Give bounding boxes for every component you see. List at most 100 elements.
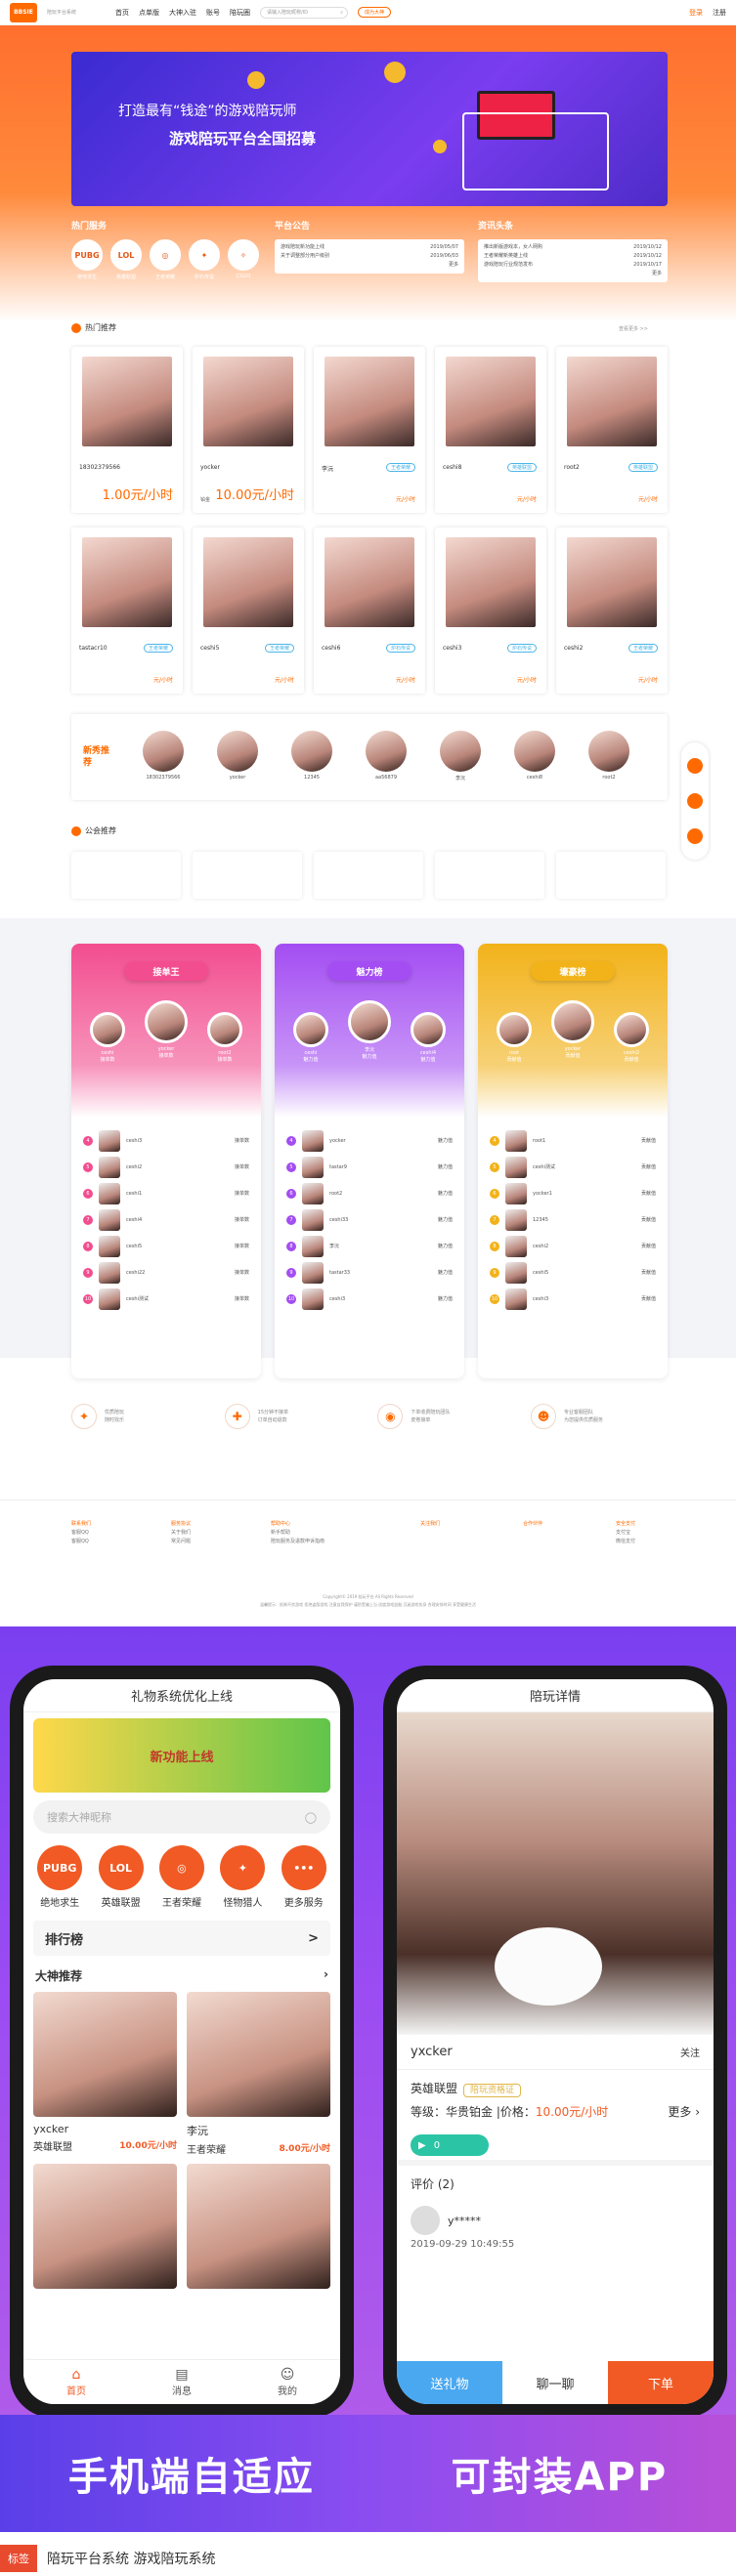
player-card[interactable]: root2 英雄联盟 元/小时: [556, 347, 668, 513]
tab-2[interactable]: ☺ 我的: [278, 2367, 297, 2397]
guild-card[interactable]: [556, 852, 666, 899]
chat-button[interactable]: 聊一聊: [502, 2361, 608, 2404]
rank-row[interactable]: 8 ceshi2 贡献值: [490, 1233, 656, 1259]
mobile-god-card[interactable]: [187, 2164, 330, 2289]
rank-row[interactable]: 5 tastar9 魅力值: [286, 1154, 453, 1180]
player-card[interactable]: ceshi5 王者荣耀 元/小时: [193, 528, 304, 694]
guild-card[interactable]: [435, 852, 544, 899]
newbie-item[interactable]: root2: [585, 731, 632, 783]
rank-row[interactable]: 6 root2 魅力值: [286, 1180, 453, 1206]
rank-row[interactable]: 9 ceshi5 贡献值: [490, 1259, 656, 1286]
game-lol[interactable]: LOL 英雄联盟: [110, 239, 142, 280]
send-gift-button[interactable]: 送礼物: [397, 2361, 502, 2404]
podium-item[interactable]: ceshi2 贡献值: [607, 1012, 656, 1063]
newbie-item[interactable]: 18302379566: [140, 731, 187, 783]
rank-row[interactable]: 10 ceshi3 魅力值: [286, 1286, 453, 1312]
podium-item[interactable]: ceshi4 魅力值: [404, 1012, 453, 1063]
back-to-top-icon[interactable]: [687, 828, 703, 844]
mobile-game-icon[interactable]: LOL 英雄联盟: [94, 1845, 149, 1909]
podium-item[interactable]: ceshi 接单数: [83, 1012, 132, 1063]
tab-0[interactable]: ⌂ 首页: [66, 2367, 86, 2397]
detail-more[interactable]: 更多 ›: [668, 2101, 700, 2123]
announcement-more[interactable]: 更多: [281, 261, 458, 270]
nav-item-join[interactable]: 大神入驻: [169, 8, 196, 18]
player-card[interactable]: ceshi2 王者荣耀 元/小时: [556, 528, 668, 694]
player-card[interactable]: tastacr10 王者荣耀 元/小时: [71, 528, 183, 694]
more-link[interactable]: 更多: [449, 261, 458, 270]
nav-item-order[interactable]: 点单版: [139, 8, 159, 18]
mobile-promo-banner[interactable]: 新功能上线: [33, 1718, 330, 1793]
player-card[interactable]: ceshi3 炉石传说 元/小时: [435, 528, 546, 694]
footer-link[interactable]: 客服QQ: [71, 1538, 91, 1546]
footer-link[interactable]: 陪玩服务及退款申诉指南: [271, 1538, 325, 1546]
rank-row[interactable]: 4 root1 贡献值: [490, 1127, 656, 1154]
hot-recommend-more[interactable]: 查看更多 >>: [619, 325, 648, 332]
podium-item[interactable]: yocker 接单数: [142, 1000, 191, 1059]
rank-row[interactable]: 7 12345 贡献值: [490, 1206, 656, 1233]
nav-item-circle[interactable]: 陪玩圈: [230, 8, 250, 18]
rank-row[interactable]: 10 ceshi3 贡献值: [490, 1286, 656, 1312]
newbie-item[interactable]: yocker: [214, 731, 261, 783]
footer-link[interactable]: 支付宝: [616, 1529, 635, 1538]
search-icon[interactable]: ◯: [305, 1811, 317, 1824]
mobile-game-icon[interactable]: ✦ 怪物猎人: [215, 1845, 270, 1909]
podium-item[interactable]: root 贡献值: [490, 1012, 539, 1063]
rank-row[interactable]: 6 ceshi1 接单数: [83, 1180, 249, 1206]
podium-item[interactable]: ceshi 魅力值: [286, 1012, 335, 1063]
podium-item[interactable]: root2 接单数: [200, 1012, 249, 1063]
mobile-game-icon[interactable]: ••• 更多服务: [277, 1845, 331, 1909]
app-download-icon[interactable]: [687, 793, 703, 809]
player-card[interactable]: 18302379566 1.00元/小时: [71, 347, 183, 513]
rank-row[interactable]: 6 yocker1 贡献值: [490, 1180, 656, 1206]
game-csgo[interactable]: ✧ CSGO: [228, 239, 259, 280]
mobile-rank-button[interactable]: 排行榜 >: [33, 1921, 330, 1956]
mobile-god-card[interactable]: yxcker 英雄联盟 10.00元/小时: [33, 1992, 177, 2156]
player-card[interactable]: ceshi8 英雄联盟 元/小时: [435, 347, 546, 513]
footer-link[interactable]: 客服QQ: [71, 1529, 91, 1538]
newbie-item[interactable]: 12345: [288, 731, 335, 783]
become-god-button[interactable]: 成为大神: [358, 7, 392, 18]
guild-card[interactable]: [71, 852, 181, 899]
news-item[interactable]: 推出新版游戏本，女人网购 2019/10/12: [484, 243, 662, 252]
rank-row[interactable]: 7 ceshi33 魅力值: [286, 1206, 453, 1233]
guild-card[interactable]: [193, 852, 302, 899]
game-hearthstone[interactable]: ✦ 炉石传说: [189, 239, 220, 280]
nav-item-home[interactable]: 首页: [115, 8, 129, 18]
rank-row[interactable]: 8 李沅 魅力值: [286, 1233, 453, 1259]
player-card[interactable]: yocker 铂金 10.00元/小时: [193, 347, 304, 513]
footer-link[interactable]: 微信支付: [616, 1538, 635, 1546]
podium-item[interactable]: 李沅 魅力值: [345, 1000, 394, 1060]
newbie-item[interactable]: 李沅: [437, 731, 484, 783]
mobile-game-icon[interactable]: ◎ 王者荣耀: [154, 1845, 209, 1909]
rank-row[interactable]: 5 ceshi测试 贡献值: [490, 1154, 656, 1180]
footer-link[interactable]: 关于我们: [171, 1529, 191, 1538]
search-input[interactable]: 请输入陪玩昵称/ID ⌕: [260, 6, 348, 19]
login-link[interactable]: 登录: [689, 8, 703, 18]
rank-row[interactable]: 4 yocker 魅力值: [286, 1127, 453, 1154]
rank-row[interactable]: 4 ceshi3 接单数: [83, 1127, 249, 1154]
mobile-god-card[interactable]: 李沅 王者荣耀 8.00元/小时: [187, 1992, 330, 2156]
rank-row[interactable]: 8 ceshi5 接单数: [83, 1233, 249, 1259]
game-pubg[interactable]: PUBG 绝地求生: [71, 239, 103, 280]
rank-row[interactable]: 9 ceshi22 接单数: [83, 1259, 249, 1286]
guild-card[interactable]: [314, 852, 423, 899]
footer-link[interactable]: 新手帮助: [271, 1529, 325, 1538]
newbie-item[interactable]: ceshi8: [511, 731, 558, 783]
news-item[interactable]: 王者荣耀新英雄上线 2019/10/12: [484, 252, 662, 261]
tab-1[interactable]: ▤ 消息: [172, 2367, 192, 2397]
player-card[interactable]: ceshi6 炉石传说 元/小时: [314, 528, 425, 694]
detail-photo[interactable]: [397, 1712, 714, 2035]
site-logo[interactable]: BBSIE: [10, 2, 37, 22]
mobile-game-icon[interactable]: PUBG 绝地求生: [32, 1845, 87, 1909]
register-link[interactable]: 注册: [713, 8, 726, 18]
news-more[interactable]: 更多: [484, 270, 662, 278]
more-link[interactable]: 更多: [652, 270, 662, 278]
podium-item[interactable]: yocker 贡献值: [548, 1000, 597, 1059]
order-button[interactable]: 下单: [608, 2361, 714, 2404]
announcement-item[interactable]: 游戏陪玩新功能上线 2019/05/07: [281, 243, 458, 252]
follow-button[interactable]: 关注: [680, 2045, 700, 2059]
rank-row[interactable]: 10 ceshi测试 接单数: [83, 1286, 249, 1312]
hero-banner[interactable]: 打造最有“钱途”的游戏陪玩师 游戏陪玩平台全国招募: [71, 52, 668, 206]
game-kog[interactable]: ◎ 王者荣耀: [150, 239, 181, 280]
nav-item-account[interactable]: 账号: [206, 8, 220, 18]
